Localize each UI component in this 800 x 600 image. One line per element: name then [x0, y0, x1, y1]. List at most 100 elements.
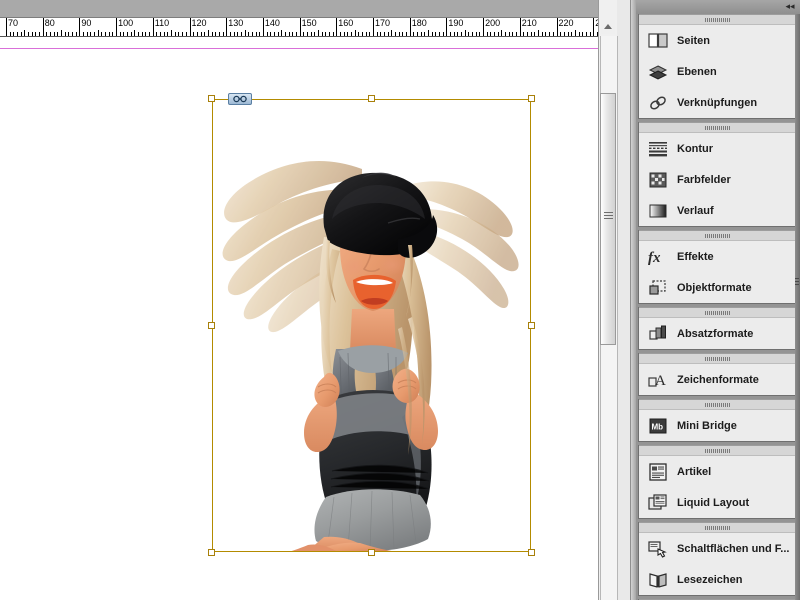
grip-dots-icon: [705, 126, 731, 130]
buttons-forms-icon: [647, 539, 669, 559]
document-canvas[interactable]: 7080901001101201301401501601701801902002…: [0, 0, 636, 600]
placed-image[interactable]: [212, 99, 531, 552]
panel-item-lesezeichen[interactable]: Lesezeichen: [639, 564, 797, 595]
ruler-minor-tick: [245, 30, 246, 36]
ruler-label: 130: [228, 18, 243, 28]
ruler-minor-tick: [10, 32, 11, 36]
ruler-minor-tick: [329, 32, 330, 36]
ruler-minor-tick: [582, 32, 583, 36]
ruler-minor-tick: [571, 32, 572, 36]
grip-dots-icon: [705, 234, 731, 238]
ruler-minor-tick: [123, 32, 124, 36]
ruler-minor-tick: [351, 32, 352, 36]
panel-item-label: Verknüpfungen: [677, 97, 757, 109]
ruler-minor-tick: [461, 32, 462, 36]
ruler-minor-tick: [156, 32, 157, 36]
ruler-minor-tick: [311, 32, 312, 36]
panel-group-grip[interactable]: [639, 122, 797, 133]
resize-handle-middle-left[interactable]: [208, 322, 215, 329]
panel-group-grip[interactable]: [639, 522, 797, 533]
ruler-minor-tick: [285, 32, 286, 36]
ruler-label: 220: [559, 18, 574, 28]
ruler-minor-tick: [274, 32, 275, 36]
panel-item-kontur[interactable]: Kontur: [639, 133, 797, 164]
ruler-minor-tick: [72, 32, 73, 36]
fx-icon: fx: [647, 247, 669, 267]
ruler-minor-tick: [303, 32, 304, 36]
panel-group-grip[interactable]: [639, 307, 797, 318]
panel-group-grip[interactable]: [639, 14, 797, 25]
ruler-minor-tick: [512, 32, 513, 36]
indesign-window: 7080901001101201301401501601701801902002…: [0, 0, 800, 600]
ruler-minor-tick: [472, 32, 473, 36]
ruler-minor-tick: [358, 32, 359, 36]
panel-item-schaltfl-chen-und-f[interactable]: Schaltflächen und F...: [639, 533, 797, 564]
dock-panel-list[interactable]: Seiten Ebenen Verknüpfungen Kontur Farbf…: [636, 14, 800, 600]
selected-image-frame[interactable]: [212, 99, 531, 552]
scroll-up-arrow[interactable]: [601, 20, 615, 34]
panel-item-label: Kontur: [677, 143, 713, 155]
ruler-minor-tick: [534, 32, 535, 36]
chain-link-icon[interactable]: [228, 93, 252, 105]
ruler-minor-tick: [54, 32, 55, 36]
panel-item-effekte[interactable]: fxEffekte: [639, 241, 797, 272]
panel-group: AZeichenformate: [638, 353, 798, 396]
panel-item-liquid-layout[interactable]: Liquid Layout: [639, 487, 797, 518]
panel-item-mini-bridge[interactable]: MbMini Bridge: [639, 410, 797, 441]
panel-item-ebenen[interactable]: Ebenen: [639, 56, 797, 87]
pages-icon: [647, 31, 669, 51]
ruler-minor-tick: [586, 32, 587, 36]
horizontal-ruler[interactable]: 7080901001101201301401501601701801902002…: [0, 18, 598, 37]
panel-group: fxEffekte Objektformate: [638, 230, 798, 304]
ruler-minor-tick: [509, 32, 510, 36]
ruler-minor-tick: [186, 32, 187, 36]
grip-dots-icon: [705, 526, 731, 530]
ruler-minor-tick: [46, 32, 47, 36]
dock-right-edge: [795, 14, 800, 600]
panel-group: Kontur Farbfelder Verlauf: [638, 122, 798, 227]
panel-item-artikel[interactable]: Artikel: [639, 456, 797, 487]
panel-group-grip[interactable]: [639, 445, 797, 456]
ruler-minor-tick: [112, 32, 113, 36]
panel-item-verkn-pfungen[interactable]: Verknüpfungen: [639, 87, 797, 118]
ruler-minor-tick: [531, 32, 532, 36]
double-chevron-left-icon[interactable]: ◂◂: [783, 1, 797, 12]
ruler-minor-tick: [553, 32, 554, 36]
ruler-minor-tick: [127, 32, 128, 36]
ruler-minor-tick: [476, 32, 477, 36]
ruler-minor-tick: [230, 32, 231, 36]
ruler-minor-tick: [340, 32, 341, 36]
dock-header: ◂◂: [636, 0, 800, 14]
ruler-label: 80: [45, 18, 55, 28]
resize-handle-top-left[interactable]: [208, 95, 215, 102]
panel-group-grip[interactable]: [639, 353, 797, 364]
resize-handle-top-center[interactable]: [368, 95, 375, 102]
panel-item-absatzformate[interactable]: Absatzformate: [639, 318, 797, 349]
panel-item-farbfelder[interactable]: Farbfelder: [639, 164, 797, 195]
ruler-major-tick: [373, 18, 374, 36]
panel-item-label: Ebenen: [677, 66, 717, 78]
resize-handle-bottom-right[interactable]: [528, 549, 535, 556]
panel-item-verlauf[interactable]: Verlauf: [639, 195, 797, 226]
panel-item-label: Zeichenformate: [677, 374, 759, 386]
ruler-minor-tick: [564, 32, 565, 36]
resize-handle-bottom-center[interactable]: [368, 549, 375, 556]
resize-handle-middle-right[interactable]: [528, 322, 535, 329]
panel-item-objektformate[interactable]: Objektformate: [639, 272, 797, 303]
panel-group: Absatzformate: [638, 307, 798, 350]
ruler-minor-tick: [406, 32, 407, 36]
panel-group-grip[interactable]: [639, 230, 797, 241]
svg-text:Mb: Mb: [652, 422, 664, 431]
grip-dots-icon: [705, 311, 731, 315]
panel-item-zeichenformate[interactable]: AZeichenformate: [639, 364, 797, 395]
ruler-major-tick: [116, 18, 117, 36]
ruler-minor-tick: [267, 32, 268, 36]
ruler-major-tick: [79, 18, 80, 36]
panel-group-grip[interactable]: [639, 399, 797, 410]
ruler-minor-tick: [542, 32, 543, 36]
resize-handle-bottom-left[interactable]: [208, 549, 215, 556]
panel-item-seiten[interactable]: Seiten: [639, 25, 797, 56]
resize-handle-top-right[interactable]: [528, 95, 535, 102]
ruler-minor-tick: [454, 32, 455, 36]
ruler-minor-tick: [292, 32, 293, 36]
